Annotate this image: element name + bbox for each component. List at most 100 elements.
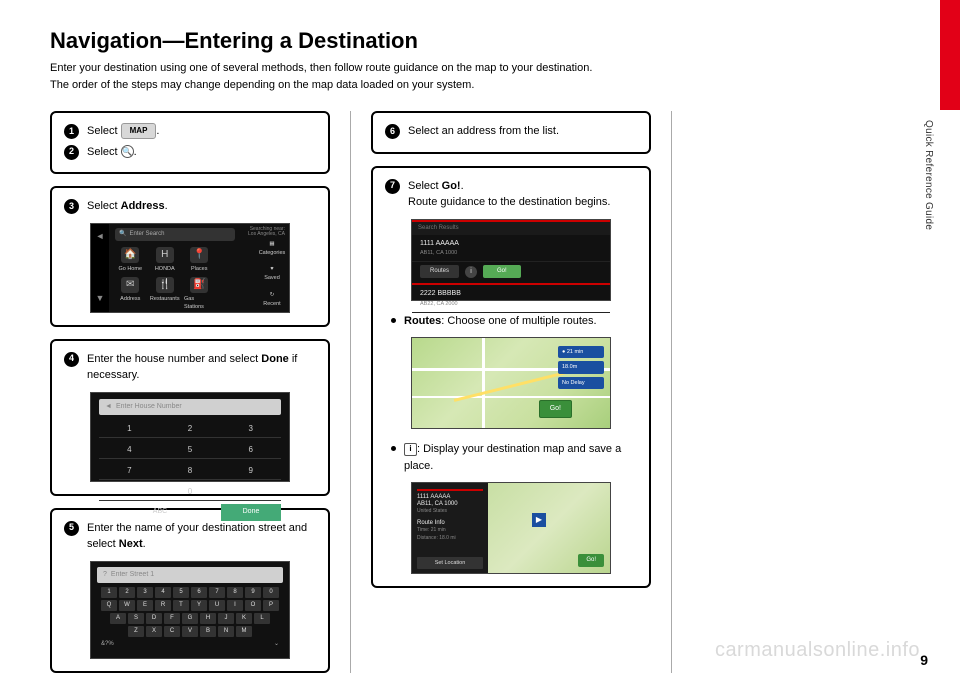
screenshot-routes-map: ● 21 min 18.0m No Delay Go! — [411, 337, 611, 429]
keyboard-key: F — [164, 613, 180, 624]
set-location-button: Set Location — [417, 557, 483, 569]
tile-go-home: 🏠Go Home — [115, 247, 146, 273]
step-badge-1: 1 — [64, 124, 79, 139]
step-card-7: 7 Select Go!. Route guidance to the dest… — [371, 166, 651, 589]
chip-dist: 18.0m — [558, 361, 604, 373]
keyboard-key: E — [137, 600, 153, 611]
keyboard-key: A — [110, 613, 126, 624]
step-7: 7 Select Go!. Route guidance to the dest… — [385, 178, 637, 211]
step-badge-6: 6 — [385, 124, 400, 139]
screenshot-search-results: Search Results 1111 AAAAA AB11, CA 1000 … — [411, 219, 611, 301]
keyboard-key: Z — [128, 626, 144, 637]
tile-places: 📍Places — [184, 247, 215, 273]
keyboard-key: D — [146, 613, 162, 624]
keyboard-key: L — [254, 613, 270, 624]
keyboard-key: Q — [101, 600, 117, 611]
step-6-text: Select an address from the list. — [408, 123, 637, 140]
keyboard-key: W — [119, 600, 135, 611]
search-region-label: Searching near:Los Angeles, CA — [248, 227, 285, 238]
step-7-text: Select Go!. Route guidance to the destin… — [408, 178, 637, 211]
keyboard-key: O — [245, 600, 261, 611]
bullet-routes: Routes: Choose one of multiple routes. — [385, 313, 637, 330]
step-card-6: 6 Select an address from the list. — [371, 111, 651, 154]
column-divider-2 — [671, 111, 672, 673]
step-card-5: 5 Enter the name of your destination str… — [50, 508, 330, 673]
result-item-1: 1111 AAAAA AB11, CA 1000 — [412, 235, 610, 263]
keyboard-key: 7 — [209, 587, 225, 598]
screenshot-where-to: ◄▼ 🔍Enter Search Searching near:Los Ange… — [90, 223, 290, 313]
keyboard-key: B — [200, 626, 216, 637]
chip-delay: No Delay — [558, 377, 604, 389]
result-item-2: 2222 BBBBB AB22, CA 2000 — [412, 285, 610, 313]
map-go-button: Go! — [539, 400, 572, 419]
tile-honda: HHONDA — [150, 247, 181, 273]
keyboard-key: 2 — [119, 587, 135, 598]
intro-line-2: The order of the steps may change depend… — [50, 79, 474, 91]
keyboard-key: N — [218, 626, 234, 637]
house-number-field: ◄Enter House Number — [99, 399, 281, 416]
map-button-graphic: MAP — [121, 123, 157, 139]
tile-gas: ⛽Gas Stations — [184, 277, 215, 312]
search-icon: 🔍 — [119, 230, 126, 239]
screenshot-destination-map: 1111 AAAAA AB11, CA 1000 United States R… — [411, 482, 611, 574]
info-icon: i — [404, 443, 417, 456]
step-4-text: Enter the house number and select Done i… — [87, 351, 316, 384]
keyboard-key: K — [236, 613, 252, 624]
keyboard-key: S — [128, 613, 144, 624]
step-2-text: Select 🔍. — [87, 144, 316, 161]
down-arrow-icon: ▼ — [96, 292, 105, 306]
column-left: 1 Select MAP. 2 Select 🔍. 3 Se — [50, 111, 330, 673]
step-badge-2: 2 — [64, 145, 79, 160]
keyboard-key: C — [164, 626, 180, 637]
keyboard-key: G — [182, 613, 198, 624]
step-6: 6 Select an address from the list. — [385, 123, 637, 140]
keyboard-key: 0 — [263, 587, 279, 598]
column-right: 6 Select an address from the list. 7 Sel… — [371, 111, 651, 673]
keyboard-key: U — [209, 600, 225, 611]
step-card-1-2: 1 Select MAP. 2 Select 🔍. — [50, 111, 330, 174]
go-button: Go! — [483, 265, 521, 278]
keyboard-key: 5 — [173, 587, 189, 598]
step-1-text: Select MAP. — [87, 123, 316, 140]
keyboard-key: V — [182, 626, 198, 637]
page-content: Navigation—Entering a Destination Enter … — [0, 0, 960, 693]
step-5-text: Enter the name of your destination stree… — [87, 520, 316, 553]
keyboard-key: T — [173, 600, 189, 611]
step-badge-3: 3 — [64, 199, 79, 214]
step-badge-7: 7 — [385, 179, 400, 194]
step-2: 2 Select 🔍. — [64, 144, 316, 161]
magnify-icon: 🔍 — [121, 145, 134, 158]
side-recent: ↻Recent — [257, 291, 287, 309]
abc-button: ABC — [99, 504, 221, 521]
keyboard-key: 8 — [227, 587, 243, 598]
keyboard-key: 3 — [137, 587, 153, 598]
keyboard-key: 9 — [245, 587, 261, 598]
tile-restaurants: 🍴Restaurants — [150, 277, 181, 312]
bullet-info: i: Display your destination map and save… — [385, 441, 637, 474]
side-saved: ♥Saved — [257, 265, 287, 283]
info-button: i — [465, 266, 477, 278]
side-categories: ▦Categories — [257, 240, 287, 258]
keyboard-key: P — [263, 600, 279, 611]
step-badge-5: 5 — [64, 521, 79, 536]
keyboard-key: 4 — [155, 587, 171, 598]
keyboard-key: H — [200, 613, 216, 624]
destination-flag-icon: ▶ — [532, 513, 546, 527]
page-title: Navigation—Entering a Destination — [50, 28, 910, 54]
chip-time: ● 21 min — [558, 346, 604, 358]
done-button: Done — [221, 504, 281, 521]
column-divider — [350, 111, 351, 673]
step-card-4: 4 Enter the house number and select Done… — [50, 339, 330, 496]
keyboard-key: Y — [191, 600, 207, 611]
step-badge-4: 4 — [64, 352, 79, 367]
screenshot-enter-street: ?Enter Street 1 1234567890 QWERTYUIOP AS… — [90, 561, 290, 659]
keyboard-key: 1 — [101, 587, 117, 598]
intro-line-1: Enter your destination using one of seve… — [50, 62, 592, 74]
step-4: 4 Enter the house number and select Done… — [64, 351, 316, 384]
screenshot-house-number: ◄Enter House Number 123 456 789 0 ABCDon… — [90, 392, 290, 482]
street-field: ?Enter Street 1 — [97, 567, 283, 584]
step-3: 3 Select Address. — [64, 198, 316, 215]
go-button-2: Go! — [578, 554, 604, 567]
keyboard-key: J — [218, 613, 234, 624]
keyboard-key: I — [227, 600, 243, 611]
